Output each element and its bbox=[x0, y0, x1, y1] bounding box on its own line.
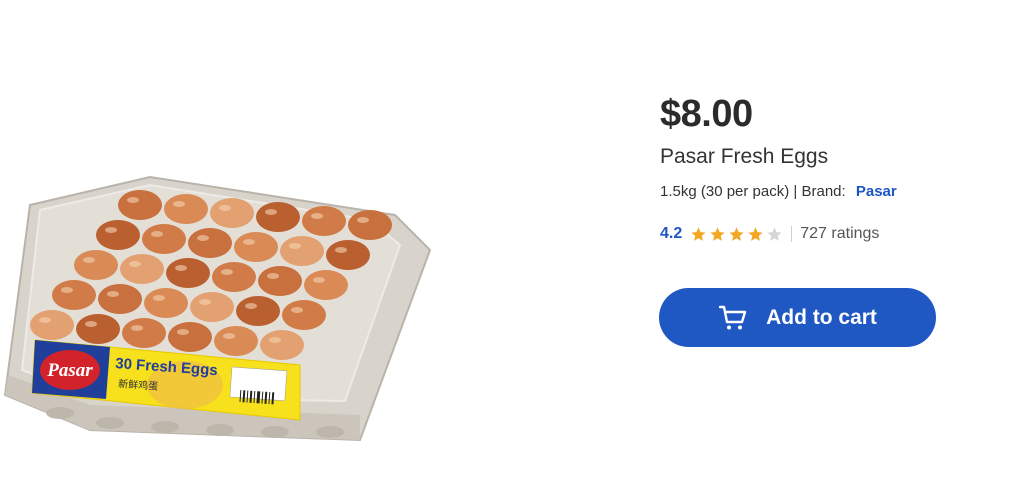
egg-highlight bbox=[105, 227, 117, 233]
egg-highlight bbox=[107, 291, 119, 297]
egg bbox=[76, 314, 120, 344]
egg bbox=[52, 280, 96, 310]
egg bbox=[282, 300, 326, 330]
egg bbox=[304, 270, 348, 300]
product-size: 1.5kg (30 per pack) bbox=[660, 183, 790, 200]
egg bbox=[122, 318, 166, 348]
egg-highlight bbox=[219, 205, 231, 211]
egg bbox=[302, 206, 346, 236]
egg bbox=[166, 258, 210, 288]
rating-value: 4.2 bbox=[660, 225, 683, 242]
egg bbox=[98, 284, 142, 314]
egg bbox=[214, 326, 258, 356]
egg bbox=[188, 228, 232, 258]
star-rating bbox=[690, 226, 783, 243]
egg-highlight bbox=[357, 217, 369, 223]
egg bbox=[348, 210, 392, 240]
egg-highlight bbox=[175, 265, 187, 271]
egg-highlight bbox=[173, 201, 185, 207]
egg-highlight bbox=[153, 295, 165, 301]
egg-tray-illustration: Pasar 30 Fresh Eggs 新鲜鸡蛋 bbox=[3, 175, 432, 442]
egg-highlight bbox=[83, 257, 95, 263]
egg bbox=[190, 292, 234, 322]
egg bbox=[96, 220, 140, 250]
egg-highlight bbox=[39, 317, 51, 323]
add-to-cart-button[interactable]: Add to cart bbox=[659, 288, 936, 347]
product-meta: 1.5kg (30 per pack) | Brand: Pasar bbox=[660, 182, 1000, 202]
egg bbox=[258, 266, 302, 296]
egg bbox=[30, 310, 74, 340]
star-filled-icon bbox=[710, 226, 725, 241]
egg-highlight bbox=[267, 273, 279, 279]
egg bbox=[212, 262, 256, 292]
egg-highlight bbox=[197, 235, 209, 241]
egg-highlight bbox=[131, 325, 143, 331]
star-filled-icon bbox=[748, 226, 763, 241]
egg bbox=[280, 236, 324, 266]
egg bbox=[168, 322, 212, 352]
egg-highlight bbox=[269, 337, 281, 343]
egg-highlight bbox=[151, 231, 163, 237]
egg-highlight bbox=[313, 277, 325, 283]
product-image: Pasar 30 Fresh Eggs 新鲜鸡蛋 bbox=[0, 165, 440, 455]
egg bbox=[210, 198, 254, 228]
egg bbox=[142, 224, 186, 254]
egg bbox=[260, 330, 304, 360]
cart-icon bbox=[718, 305, 747, 329]
egg bbox=[256, 202, 300, 232]
egg-highlight bbox=[127, 197, 139, 203]
ratings-count[interactable]: 727 ratings bbox=[800, 225, 879, 243]
egg-highlight bbox=[245, 303, 257, 309]
egg-highlight bbox=[291, 307, 303, 313]
egg-highlight bbox=[311, 213, 323, 219]
egg bbox=[164, 194, 208, 224]
brand-prefix: | Brand: bbox=[793, 183, 846, 200]
egg bbox=[74, 250, 118, 280]
egg-highlight bbox=[243, 239, 255, 245]
egg-highlight bbox=[289, 243, 301, 249]
egg bbox=[120, 254, 164, 284]
egg-highlight bbox=[129, 261, 141, 267]
egg-highlight bbox=[221, 269, 233, 275]
add-to-cart-label: Add to cart bbox=[766, 305, 877, 329]
star-filled-icon bbox=[691, 226, 706, 241]
egg-highlight bbox=[85, 321, 97, 327]
egg bbox=[144, 288, 188, 318]
egg-highlight bbox=[199, 299, 211, 305]
egg bbox=[118, 190, 162, 220]
star-empty-icon bbox=[767, 226, 782, 241]
egg bbox=[326, 240, 370, 270]
egg-highlight bbox=[223, 333, 235, 339]
product-title: Pasar Fresh Eggs bbox=[660, 145, 829, 168]
egg-highlight bbox=[177, 329, 189, 335]
product-price: $8.00 bbox=[660, 93, 753, 135]
pack-logo-text: Pasar bbox=[46, 360, 93, 381]
egg bbox=[234, 232, 278, 262]
product-info: $8.00 Pasar Fresh Eggs 1.5kg (30 per pac… bbox=[660, 92, 1000, 244]
egg-highlight bbox=[335, 247, 347, 253]
egg-highlight bbox=[61, 287, 73, 293]
rating-divider bbox=[791, 226, 793, 242]
rating-row[interactable]: 4.2 727 ratings bbox=[660, 224, 1000, 244]
egg-highlight bbox=[265, 209, 277, 215]
star-filled-icon bbox=[729, 226, 744, 241]
egg bbox=[236, 296, 280, 326]
brand-link[interactable]: Pasar bbox=[856, 183, 897, 200]
